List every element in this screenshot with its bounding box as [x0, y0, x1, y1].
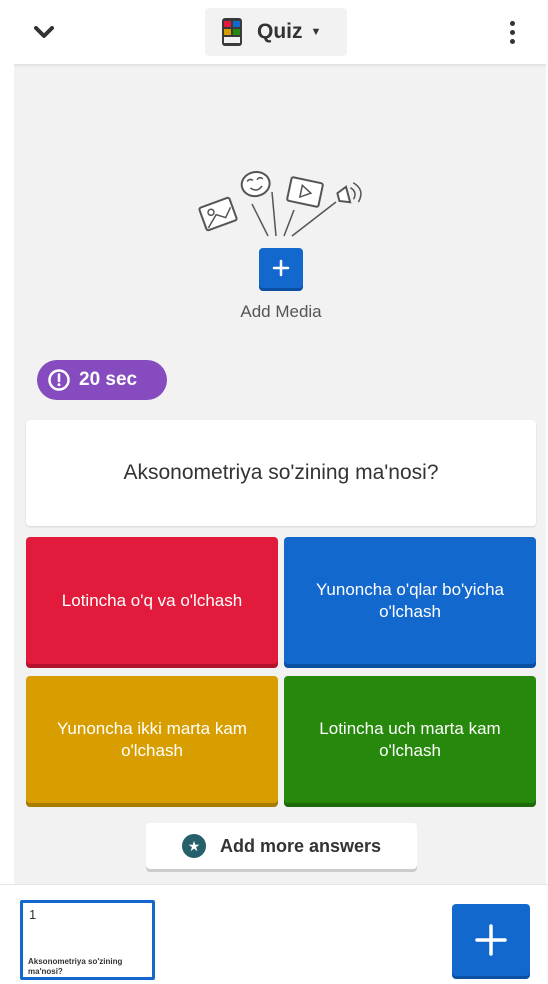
answer-4-text: Lotincha uch marta kam o'lchash	[319, 718, 501, 760]
plus-icon	[475, 924, 507, 956]
collapse-button[interactable]	[26, 18, 62, 46]
question-input[interactable]: Aksonometriya so'zining ma'nosi?	[26, 420, 536, 526]
star-icon: ★	[181, 834, 206, 858]
answer-3-yellow[interactable]: Yunoncha ikki marta kam o'lchash	[26, 676, 278, 803]
add-more-answers-button[interactable]: ★ Add more answers	[146, 823, 417, 869]
answer-2-text: Yunoncha o'qlar bo'yicha o'lchash	[316, 579, 504, 621]
time-limit-label: 20 sec	[79, 369, 138, 390]
add-media-label[interactable]: Add Media	[210, 302, 352, 322]
more-options-button[interactable]	[498, 16, 526, 48]
quiz-type-icon	[222, 18, 242, 46]
more-vertical-icon	[509, 20, 515, 26]
question-type-label: Quiz	[257, 20, 303, 43]
answer-1-red[interactable]: Lotincha o'q va o'lchash	[26, 537, 278, 664]
add-question-button[interactable]	[452, 904, 530, 976]
answer-3-text: Yunoncha ikki marta kam o'lchash	[57, 718, 247, 760]
add-more-answers-label: Add more answers	[219, 835, 382, 856]
add-media-button[interactable]	[259, 248, 303, 288]
question-text: Aksonometriya so'zining ma'nosi?	[123, 461, 439, 484]
slide-number: 1	[29, 907, 37, 922]
caret-down-icon: ▼	[310, 26, 322, 38]
media-illustration-icon	[198, 170, 362, 237]
answer-1-text: Lotincha o'q va o'lchash	[61, 590, 243, 610]
answer-2-blue[interactable]: Yunoncha o'qlar bo'yicha o'lchash	[284, 537, 536, 664]
top-bar: Quiz ▼	[0, 0, 548, 64]
chevron-down-icon	[34, 26, 54, 38]
answer-4-green[interactable]: Lotincha uch marta kam o'lchash	[284, 676, 536, 803]
slide-thumbnail[interactable]: 1 Aksonometriya so'zining ma'nosi?	[20, 900, 155, 980]
slide-title: Aksonometriya so'zining ma'nosi?	[28, 957, 123, 976]
time-limit-button[interactable]: 20 sec	[37, 360, 167, 400]
plus-icon	[272, 259, 290, 277]
question-type-dropdown[interactable]: Quiz ▼	[205, 8, 347, 56]
clock-icon	[48, 369, 70, 391]
